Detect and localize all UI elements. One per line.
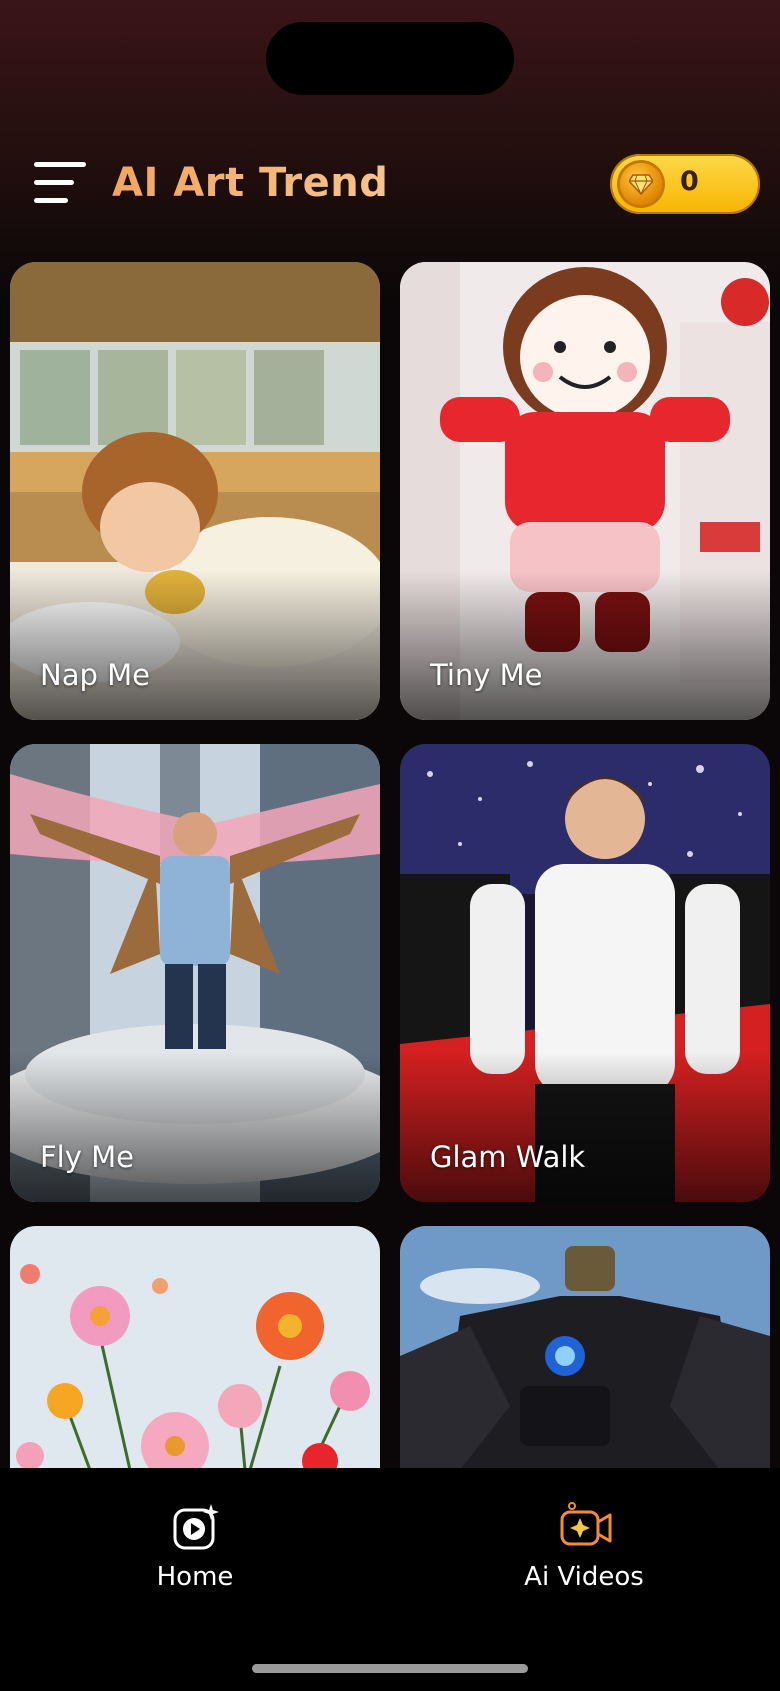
home-indicator — [252, 1664, 528, 1673]
card-label: Fly Me — [40, 1140, 134, 1174]
coin-count: 0 — [680, 166, 699, 197]
nav-ai-videos[interactable]: Ai Videos — [484, 1502, 684, 1592]
trend-card-tiny-me[interactable]: Tiny Me — [400, 262, 770, 720]
card-gradient — [10, 570, 380, 720]
app-header: AI Art Trend 0 — [0, 150, 780, 222]
app-title: AI Art Trend — [112, 160, 389, 206]
nav-ai-videos-label: Ai Videos — [524, 1562, 644, 1592]
card-label: Nap Me — [40, 658, 150, 692]
trend-card-robot[interactable] — [400, 1226, 770, 1470]
card-gradient — [400, 1052, 770, 1202]
robot-thumbnail — [400, 1226, 770, 1470]
trend-card-glam-walk[interactable]: Glam Walk — [400, 744, 770, 1202]
gem-coin-icon — [620, 163, 662, 205]
hamburger-menu-icon[interactable] — [34, 158, 88, 206]
play-sparkle-icon — [169, 1502, 221, 1554]
card-gradient — [400, 570, 770, 720]
card-gradient — [10, 1052, 380, 1202]
card-label: Glam Walk — [430, 1140, 586, 1174]
nav-home[interactable]: Home — [95, 1502, 295, 1592]
bottom-navigation: Home Ai Videos — [0, 1468, 780, 1691]
dynamic-island — [266, 22, 514, 95]
nav-home-label: Home — [156, 1562, 234, 1592]
trend-card-fly-me[interactable]: Fly Me — [10, 744, 380, 1202]
camera-sparkle-icon — [558, 1502, 612, 1554]
card-label: Tiny Me — [430, 658, 543, 692]
trend-card-nap-me[interactable]: Nap Me — [10, 262, 380, 720]
trend-card-flowers[interactable] — [10, 1226, 380, 1470]
flowers-thumbnail — [10, 1226, 380, 1470]
coin-balance-button[interactable]: 0 — [610, 154, 760, 214]
